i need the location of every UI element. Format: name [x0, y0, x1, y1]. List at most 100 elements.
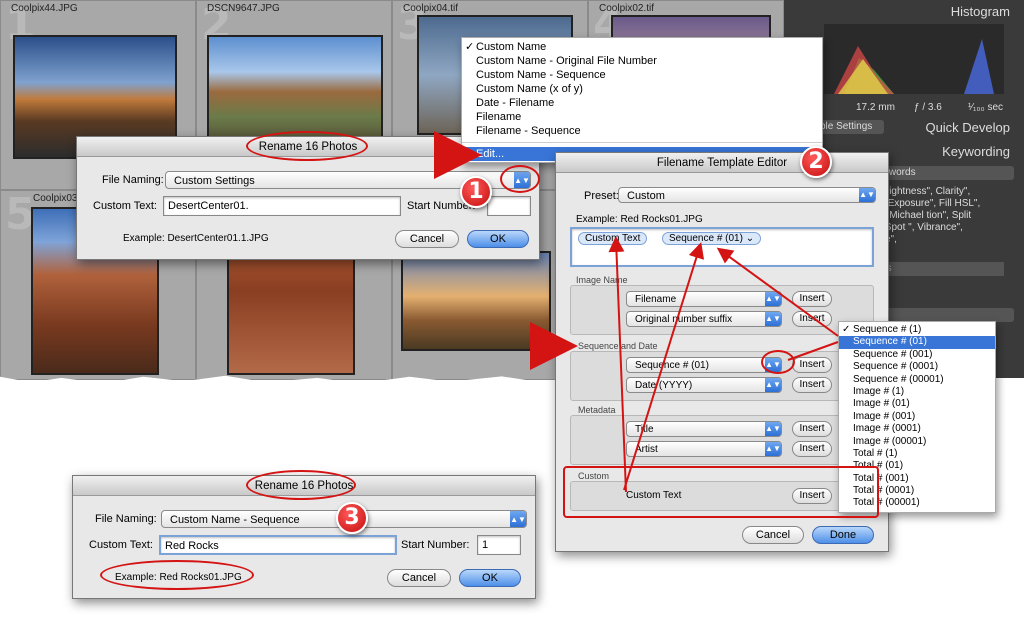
- checkmark-icon: ✓: [465, 41, 475, 53]
- thumbnail-filename: Coolpix04.tif: [403, 3, 459, 14]
- file-naming-value: Custom Settings: [174, 175, 255, 187]
- quick-develop-header[interactable]: Quick Develop: [925, 120, 1010, 135]
- start-number-field[interactable]: 1: [477, 535, 521, 555]
- menu-item-filename-sequence[interactable]: Filename - Sequence: [462, 124, 822, 138]
- sequence-date-group-title: Sequence and Date: [578, 341, 658, 351]
- chevron-down-icon[interactable]: ⌄: [746, 233, 754, 244]
- metadata-group-title: Metadata: [578, 405, 616, 415]
- menu-item-sequence-0001[interactable]: Sequence # (0001): [839, 361, 995, 373]
- histogram-header[interactable]: Histogram: [951, 4, 1010, 19]
- image-name-group-title: Image Name: [576, 275, 628, 285]
- thumbnail-filename: Coolpix02.tif: [599, 3, 655, 14]
- step-badge-1: 1: [460, 176, 492, 208]
- menu-item-image-01[interactable]: Image # (01): [839, 398, 995, 410]
- photo-thumbnail[interactable]: [207, 35, 383, 139]
- insert-button[interactable]: Insert: [792, 421, 832, 437]
- start-number-label: Start Number:: [401, 539, 470, 551]
- keywording-header[interactable]: Keywording: [942, 144, 1010, 159]
- popup-value: Date (YYYY): [635, 380, 693, 391]
- menu-item-filename[interactable]: Filename: [462, 110, 822, 124]
- cancel-button[interactable]: Cancel: [395, 230, 459, 248]
- file-naming-value: Custom Name - Sequence: [170, 514, 300, 526]
- preset-value: Custom: [627, 190, 665, 202]
- artist-token-popup[interactable]: Artist ▲▼: [626, 441, 782, 457]
- menu-item-image-0001[interactable]: Image # (0001): [839, 423, 995, 435]
- custom-text-field[interactable]: Red Rocks: [159, 535, 397, 555]
- stepper-arrows-icon[interactable]: ▲▼: [765, 378, 781, 392]
- menu-item-custom-name-sequence[interactable]: Custom Name - Sequence: [462, 68, 822, 82]
- menu-item-image-1[interactable]: Image # (1): [839, 386, 995, 398]
- highlight-oval: [761, 350, 795, 374]
- cancel-button[interactable]: Cancel: [387, 569, 451, 587]
- highlight-oval: [246, 470, 356, 500]
- popup-value: Sequence # (01): [635, 360, 709, 371]
- step-badge-3: 3: [336, 502, 368, 534]
- thumbnail-filename: Coolpix44.JPG: [11, 3, 78, 14]
- example-text: Example: DesertCenter01.1.JPG: [123, 233, 269, 244]
- token-custom-text[interactable]: Custom Text: [578, 232, 648, 245]
- file-naming-label: File Naming:: [102, 174, 164, 186]
- done-button[interactable]: Done: [812, 526, 874, 544]
- checkmark-icon: ✓: [842, 324, 851, 335]
- menu-item-image-00001[interactable]: Image # (00001): [839, 436, 995, 448]
- menu-item-sequence-1[interactable]: ✓ Sequence # (1): [839, 324, 995, 336]
- menu-item-sequence-00001[interactable]: Sequence # (00001): [839, 374, 995, 386]
- saved-preset-popup[interactable]: ble Settings: [814, 120, 884, 134]
- token-sequence[interactable]: Sequence # (01) ⌄: [662, 232, 762, 245]
- custom-text-field[interactable]: DesertCenter01.: [163, 196, 401, 216]
- cancel-button[interactable]: Cancel: [742, 526, 804, 544]
- aperture: ƒ / 3.6: [914, 102, 942, 113]
- stepper-arrows-icon[interactable]: ▲▼: [765, 292, 781, 306]
- highlight-oval: [100, 560, 254, 590]
- insert-button[interactable]: Insert: [792, 311, 832, 327]
- stepper-arrows-icon[interactable]: ▲▼: [765, 312, 781, 326]
- sequence-token-popup[interactable]: Sequence # (01) ▲▼: [626, 357, 782, 373]
- custom-text-label: Custom Text:: [93, 200, 157, 212]
- ok-button[interactable]: OK: [467, 230, 529, 248]
- menu-item-date-filename[interactable]: Date - Filename: [462, 96, 822, 110]
- dialog-title: Filename Template Editor: [556, 153, 888, 173]
- menu-item-custom-name-original-number[interactable]: Custom Name - Original File Number: [462, 54, 822, 68]
- preset-popup[interactable]: Custom ▲▼: [618, 187, 876, 203]
- ok-button[interactable]: OK: [459, 569, 521, 587]
- insert-button[interactable]: Insert: [792, 377, 832, 393]
- stepper-arrows-icon[interactable]: ▲▼: [765, 442, 781, 456]
- original-number-popup[interactable]: Original number suffix ▲▼: [626, 311, 782, 327]
- highlight-oval: [500, 165, 540, 193]
- menu-item-sequence-001[interactable]: Sequence # (001): [839, 349, 995, 361]
- photo-thumbnail[interactable]: [401, 251, 551, 351]
- file-naming-menu: ✓ Custom Name Custom Name - Original File…: [461, 37, 823, 163]
- file-naming-label: File Naming:: [95, 513, 157, 525]
- token-label: Sequence # (01): [669, 233, 743, 244]
- menu-item-custom-name[interactable]: ✓ Custom Name: [462, 40, 822, 54]
- custom-text-label: Custom Text:: [89, 539, 153, 551]
- stepper-arrows-icon[interactable]: ▲▼: [510, 511, 526, 527]
- popup-value: Filename: [635, 294, 677, 305]
- menu-separator: [462, 142, 822, 143]
- menu-item-custom-name-x-of-y[interactable]: Custom Name (x of y): [462, 82, 822, 96]
- focal-length: 17.2 mm: [856, 102, 895, 113]
- stepper-arrows-icon[interactable]: ▲▼: [859, 188, 875, 202]
- highlight-oval: [246, 131, 368, 161]
- popup-value: Original number suffix: [635, 314, 733, 325]
- popup-value: Title: [635, 424, 654, 435]
- menu-item-image-001[interactable]: Image # (001): [839, 411, 995, 423]
- histogram-graph: [824, 24, 1004, 94]
- start-number-field[interactable]: [487, 196, 531, 216]
- example-text: Example: Red Rocks01.JPG: [576, 214, 703, 225]
- stepper-arrows-icon[interactable]: ▲▼: [765, 422, 781, 436]
- filename-token-popup[interactable]: Filename ▲▼: [626, 291, 782, 307]
- custom-group-highlight: [563, 466, 879, 518]
- menu-item-label: Sequence # (1): [853, 324, 922, 335]
- template-token-field[interactable]: Custom Text Sequence # (01) ⌄: [570, 227, 874, 267]
- insert-button[interactable]: Insert: [792, 357, 832, 373]
- title-token-popup[interactable]: Title ▲▼: [626, 421, 782, 437]
- date-token-popup[interactable]: Date (YYYY) ▲▼: [626, 377, 782, 393]
- menu-item-sequence-01[interactable]: Sequence # (01): [839, 336, 995, 349]
- insert-button[interactable]: Insert: [792, 441, 832, 457]
- menu-item-total-1[interactable]: Total # (1): [839, 448, 995, 460]
- popup-value: Artist: [635, 444, 658, 455]
- thumbnail-filename: DSCN9647.JPG: [207, 3, 280, 14]
- insert-button[interactable]: Insert: [792, 291, 832, 307]
- thumbnail-filename: Coolpix03: [33, 193, 78, 204]
